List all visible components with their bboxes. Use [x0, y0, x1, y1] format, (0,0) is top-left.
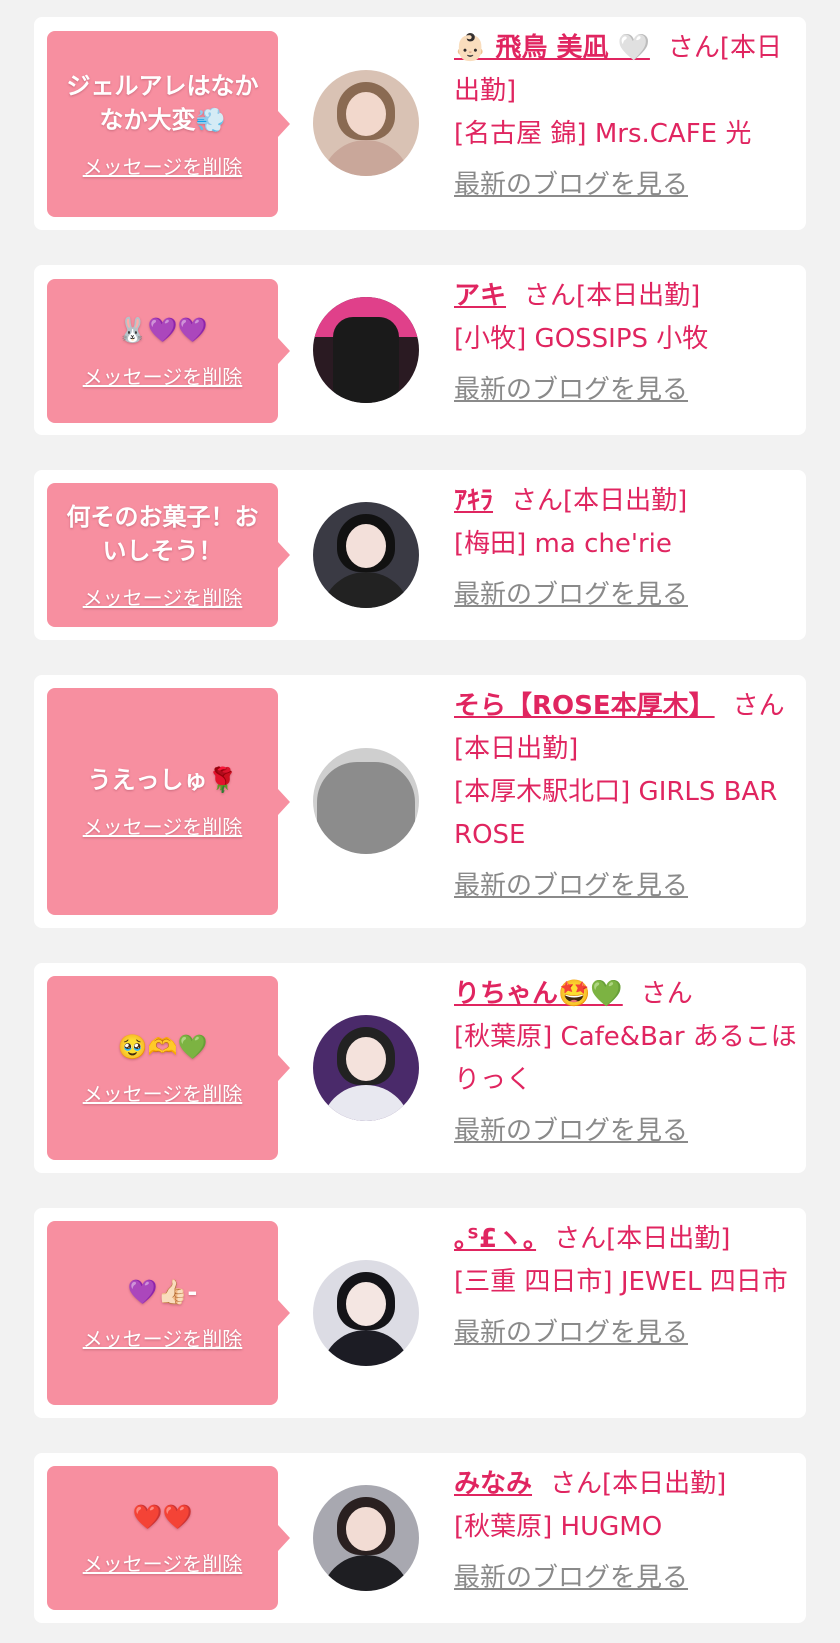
latest-blog-link[interactable]: 最新のブログを見る	[454, 1110, 798, 1153]
latest-blog-link[interactable]: 最新のブログを見る	[454, 164, 798, 207]
cast-name-link[interactable]: そら【ROSE本厚木】	[454, 691, 715, 721]
latest-blog-link[interactable]: 最新のブログを見る	[454, 865, 798, 908]
cast-name-link[interactable]: みなみ	[454, 1469, 532, 1499]
cast-suffix: さん[本日出勤]	[524, 281, 701, 311]
cast-info: りちゃん🤩💚 さん [秋葉原] Cafe&Bar あるこほりっく 最新のブログを見…	[454, 973, 798, 1153]
avatar-face	[346, 1282, 386, 1326]
message-bubble: うえっしゅ🌹 メッセージを削除	[47, 688, 290, 915]
delete-message-link[interactable]: メッセージを削除	[83, 151, 243, 180]
cast-suffix: さん[本日出勤]	[550, 1469, 727, 1499]
cast-info: ｱｷﾗ さん[本日出勤] [梅田] ma che'rie 最新のブログを見る	[454, 480, 798, 617]
avatar[interactable]	[313, 1015, 419, 1121]
latest-blog-link[interactable]: 最新のブログを見る	[454, 369, 798, 412]
delete-message-link[interactable]: メッセージを削除	[83, 1078, 243, 1107]
avatar[interactable]	[313, 70, 419, 176]
cast-name-link[interactable]: ｡ᔆ£ヽ｡	[454, 1224, 536, 1254]
shop-name: [梅田] ma che'rie	[454, 529, 672, 559]
message-bubble: 💜👍🏻- メッセージを削除	[47, 1221, 290, 1405]
cast-suffix: さん[本日出勤]	[511, 486, 688, 516]
avatar-face	[346, 524, 386, 568]
message-bubble: 🐰💜💜 メッセージを削除	[47, 279, 290, 423]
avatar[interactable]	[313, 1485, 419, 1591]
message-list: ジェルアレはなかなか大変💨 メッセージを削除 👶🏻 飛鳥 美凪 🤍 さん[本日出勤…	[0, 0, 840, 1643]
cast-info: ｡ᔆ£ヽ｡ さん[本日出勤] [三重 四日市] JEWEL 四日市 最新のブログを…	[454, 1218, 798, 1355]
cast-name-link[interactable]: ｱｷﾗ	[454, 486, 493, 516]
list-item: 🥹🫶💚 メッセージを削除 りちゃん🤩💚 さん [秋葉原] Cafe&Bar あるこ…	[34, 963, 806, 1173]
message-text: 🥹🫶💚	[117, 1032, 208, 1061]
message-text: 🐰💜💜	[117, 315, 208, 344]
cast-info: そら【ROSE本厚木】 さん[本日出勤] [本厚木駅北口] GIRLS BAR R…	[454, 685, 798, 908]
cast-name-link[interactable]: アキ	[454, 281, 506, 311]
delete-message-link[interactable]: メッセージを削除	[83, 1548, 243, 1577]
message-text: うえっしゅ🌹	[87, 766, 238, 794]
message-bubble: 🥹🫶💚 メッセージを削除	[47, 976, 290, 1160]
avatar-face	[346, 1037, 386, 1081]
cast-suffix: さん[本日出勤]	[554, 1224, 731, 1254]
delete-message-link[interactable]: メッセージを削除	[83, 582, 243, 611]
avatar[interactable]	[313, 1260, 419, 1366]
latest-blog-link[interactable]: 最新のブログを見る	[454, 1557, 798, 1600]
cast-info: アキ さん[本日出勤] [小牧] GOSSIPS 小牧 最新のブログを見る	[454, 275, 798, 412]
cast-suffix: さん	[640, 979, 693, 1009]
cast-name-link[interactable]: りちゃん🤩💚	[454, 979, 623, 1009]
message-bubble: ジェルアレはなかなか大変💨 メッセージを削除	[47, 31, 290, 217]
avatar[interactable]	[313, 502, 419, 608]
cast-name-link[interactable]: 👶🏻 飛鳥 美凪 🤍	[454, 33, 650, 63]
shop-name: [名古屋 錦] Mrs.CAFE 光	[454, 119, 752, 149]
list-item: 🐰💜💜 メッセージを削除 アキ さん[本日出勤] [小牧] GOSSIPS 小牧 …	[34, 265, 806, 435]
list-item: ❤️❤️ メッセージを削除 みなみ さん[本日出勤] [秋葉原] HUGMO 最新…	[34, 1453, 806, 1623]
shop-name: [三重 四日市] JEWEL 四日市	[454, 1267, 788, 1297]
avatar-body	[321, 1330, 411, 1366]
list-item: ジェルアレはなかなか大変💨 メッセージを削除 👶🏻 飛鳥 美凪 🤍 さん[本日出勤…	[34, 17, 806, 230]
shop-name: [小牧] GOSSIPS 小牧	[454, 324, 709, 354]
avatar-body	[321, 572, 411, 608]
avatar-body	[321, 1085, 411, 1121]
message-text: 💜👍🏻-	[127, 1277, 198, 1306]
shop-name: [秋葉原] HUGMO	[454, 1512, 663, 1542]
avatar-body	[321, 140, 411, 176]
latest-blog-link[interactable]: 最新のブログを見る	[454, 574, 798, 617]
delete-message-link[interactable]: メッセージを削除	[83, 361, 243, 390]
cast-info: 👶🏻 飛鳥 美凪 🤍 さん[本日出勤] [名古屋 錦] Mrs.CAFE 光 最新…	[454, 27, 798, 207]
avatar-body	[317, 762, 415, 854]
message-text: 何そのお菓子！おいしそう！	[66, 502, 259, 565]
avatar-body	[333, 317, 399, 403]
shop-name: [本厚木駅北口] GIRLS BAR ROSE	[454, 777, 778, 850]
avatar[interactable]	[313, 748, 419, 854]
avatar-face	[346, 92, 386, 136]
avatar-body	[321, 1555, 411, 1591]
message-text: ジェルアレはなかなか大変💨	[66, 71, 259, 134]
message-bubble: 何そのお菓子！おいしそう！ メッセージを削除	[47, 483, 290, 627]
delete-message-link[interactable]: メッセージを削除	[83, 811, 243, 840]
list-item: 💜👍🏻- メッセージを削除 ｡ᔆ£ヽ｡ さん[本日出勤] [三重 四日市] JEW…	[34, 1208, 806, 1418]
message-bubble: ❤️❤️ メッセージを削除	[47, 1466, 290, 1610]
cast-info: みなみ さん[本日出勤] [秋葉原] HUGMO 最新のブログを見る	[454, 1463, 798, 1600]
message-text: ❤️❤️	[132, 1502, 193, 1531]
list-item: 何そのお菓子！おいしそう！ メッセージを削除 ｱｷﾗ さん[本日出勤] [梅田] …	[34, 470, 806, 640]
avatar[interactable]	[313, 297, 419, 403]
avatar-face	[346, 1507, 386, 1551]
list-item: うえっしゅ🌹 メッセージを削除 そら【ROSE本厚木】 さん[本日出勤] [本厚木…	[34, 675, 806, 928]
latest-blog-link[interactable]: 最新のブログを見る	[454, 1312, 798, 1355]
delete-message-link[interactable]: メッセージを削除	[83, 1323, 243, 1352]
shop-name: [秋葉原] Cafe&Bar あるこほりっく	[454, 1022, 797, 1095]
